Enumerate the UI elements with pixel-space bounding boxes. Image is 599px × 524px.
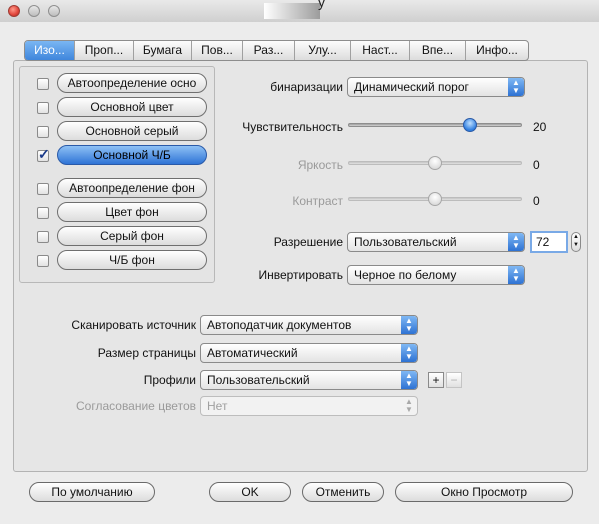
color-matching-value: Нет xyxy=(207,399,228,413)
tab-separation[interactable]: Раз... xyxy=(243,41,295,60)
page-size-value: Автоматический xyxy=(207,346,298,360)
image-type-button[interactable]: Основной серый xyxy=(57,121,207,141)
popup-arrows-icon: ▲ ▼ xyxy=(401,344,417,362)
popup-arrows-icon: ▲ ▼ xyxy=(508,266,524,284)
invert-value: Черное по белому xyxy=(354,268,457,282)
binarization-value: Динамический порог xyxy=(354,80,469,94)
sensitivity-label: Чувствительность xyxy=(242,120,343,134)
page-size-label: Размер страницы xyxy=(97,346,196,360)
image-type-row: Цвет фон xyxy=(20,202,210,224)
invert-label: Инвертировать xyxy=(258,268,343,282)
contrast-label: Контраст xyxy=(292,194,343,208)
image-type-checkbox[interactable] xyxy=(37,183,49,195)
scanner-settings-window: Изо... Проп... Бумага Пов... Раз... Улу.… xyxy=(0,22,599,524)
brightness-value: 0 xyxy=(533,158,540,172)
page-size-popup[interactable]: Автоматический ▲ ▼ xyxy=(200,343,418,363)
image-type-checkbox[interactable] xyxy=(37,231,49,243)
slider-track xyxy=(348,123,522,127)
profiles-popup[interactable]: Пользовательский ▲ ▼ xyxy=(200,370,418,390)
image-type-button[interactable]: Ч/Б фон xyxy=(57,250,207,270)
title-bar-overlay xyxy=(264,3,320,19)
image-type-row: Ч/Б фон xyxy=(20,250,210,272)
image-type-checkbox[interactable] xyxy=(37,126,49,138)
cancel-button[interactable]: Отменить xyxy=(302,482,384,502)
preview-button[interactable]: Окно Просмотр xyxy=(395,482,573,502)
image-type-button[interactable]: Автоопределение осно xyxy=(57,73,207,93)
scan-source-label: Сканировать источник xyxy=(71,318,196,332)
image-type-row: Основной цвет xyxy=(20,97,210,119)
resolution-value: Пользовательский xyxy=(354,235,457,249)
tab-properties[interactable]: Проп... xyxy=(75,41,134,60)
popup-arrows-icon: ▲ ▼ xyxy=(405,397,413,414)
ok-button[interactable]: OK xyxy=(209,482,291,502)
checkmark-icon: ✓ xyxy=(38,146,50,162)
resolution-label: Разрешение xyxy=(273,235,343,249)
color-matching-label: Согласование цветов xyxy=(76,399,196,413)
resolution-stepper[interactable]: ▲ ▼ xyxy=(571,232,581,252)
image-type-row: Основной серый xyxy=(20,121,210,143)
resolution-popup[interactable]: Пользовательский ▲ ▼ xyxy=(347,232,525,252)
default-button[interactable]: По умолчанию xyxy=(29,482,155,502)
image-type-button[interactable]: Основной цвет xyxy=(57,97,207,117)
image-type-group: Автоопределение осно Основной цвет Основ… xyxy=(19,66,215,283)
image-type-row: Автоопределение фон xyxy=(20,178,210,200)
tab-enhancement[interactable]: Улу... xyxy=(295,41,351,60)
popup-arrows-icon: ▲ ▼ xyxy=(508,78,524,96)
sensitivity-slider[interactable] xyxy=(348,118,522,132)
add-profile-button[interactable]: + xyxy=(428,372,444,388)
image-type-checkbox[interactable]: ✓ xyxy=(37,146,50,162)
image-type-checkbox[interactable] xyxy=(37,102,49,114)
contrast-value: 0 xyxy=(533,194,540,208)
slider-knob[interactable] xyxy=(463,118,477,132)
image-type-row: ✓ Основной Ч/Б xyxy=(20,145,210,167)
tab-imprinter[interactable]: Впе... xyxy=(410,41,466,60)
title-glyph: y xyxy=(318,0,325,10)
tab-bar: Изо... Проп... Бумага Пов... Раз... Улу.… xyxy=(24,40,529,61)
image-type-checkbox[interactable] xyxy=(37,78,49,90)
resolution-dpi-field[interactable]: 72 xyxy=(530,231,568,253)
slider-knob[interactable] xyxy=(428,156,442,170)
binarization-popup[interactable]: Динамический порог ▲ ▼ xyxy=(347,77,525,97)
scan-source-value: Автоподатчик документов xyxy=(207,318,352,332)
color-matching-popup[interactable]: Нет ▲ ▼ xyxy=(200,396,418,416)
brightness-label: Яркость xyxy=(297,158,343,172)
image-type-row: Серый фон xyxy=(20,226,210,248)
invert-popup[interactable]: Черное по белому ▲ ▼ xyxy=(347,265,525,285)
scan-source-popup[interactable]: Автоподатчик документов ▲ ▼ xyxy=(200,315,418,335)
image-type-button[interactable]: Серый фон xyxy=(57,226,207,246)
title-bar: y xyxy=(0,0,599,23)
zoom-window-button[interactable] xyxy=(48,5,60,17)
brightness-slider[interactable] xyxy=(348,156,522,170)
profiles-value: Пользовательский xyxy=(207,373,310,387)
image-type-button[interactable]: Цвет фон xyxy=(57,202,207,222)
tab-info[interactable]: Инфо... xyxy=(466,41,528,60)
contrast-slider[interactable] xyxy=(348,192,522,206)
image-type-row: Автоопределение осно xyxy=(20,73,210,95)
binarization-label: бинаризации xyxy=(270,80,343,94)
popup-arrows-icon: ▲ ▼ xyxy=(508,233,524,251)
minimize-window-button[interactable] xyxy=(28,5,40,17)
remove-profile-button[interactable]: − xyxy=(446,372,462,388)
tab-rotation[interactable]: Пов... xyxy=(192,41,243,60)
image-type-button[interactable]: Основной Ч/Б xyxy=(57,145,207,165)
close-window-button[interactable] xyxy=(8,5,20,17)
profiles-label: Профили xyxy=(143,373,196,387)
slider-knob[interactable] xyxy=(428,192,442,206)
image-type-checkbox[interactable] xyxy=(37,255,49,267)
tab-paper[interactable]: Бумага xyxy=(134,41,192,60)
image-type-checkbox[interactable] xyxy=(37,207,49,219)
popup-arrows-icon: ▲ ▼ xyxy=(401,371,417,389)
popup-arrows-icon: ▲ ▼ xyxy=(401,316,417,334)
sensitivity-value: 20 xyxy=(533,120,547,134)
tab-image[interactable]: Изо... xyxy=(25,41,75,60)
tab-settings[interactable]: Наст... xyxy=(351,41,410,60)
image-type-button[interactable]: Автоопределение фон xyxy=(57,178,207,198)
